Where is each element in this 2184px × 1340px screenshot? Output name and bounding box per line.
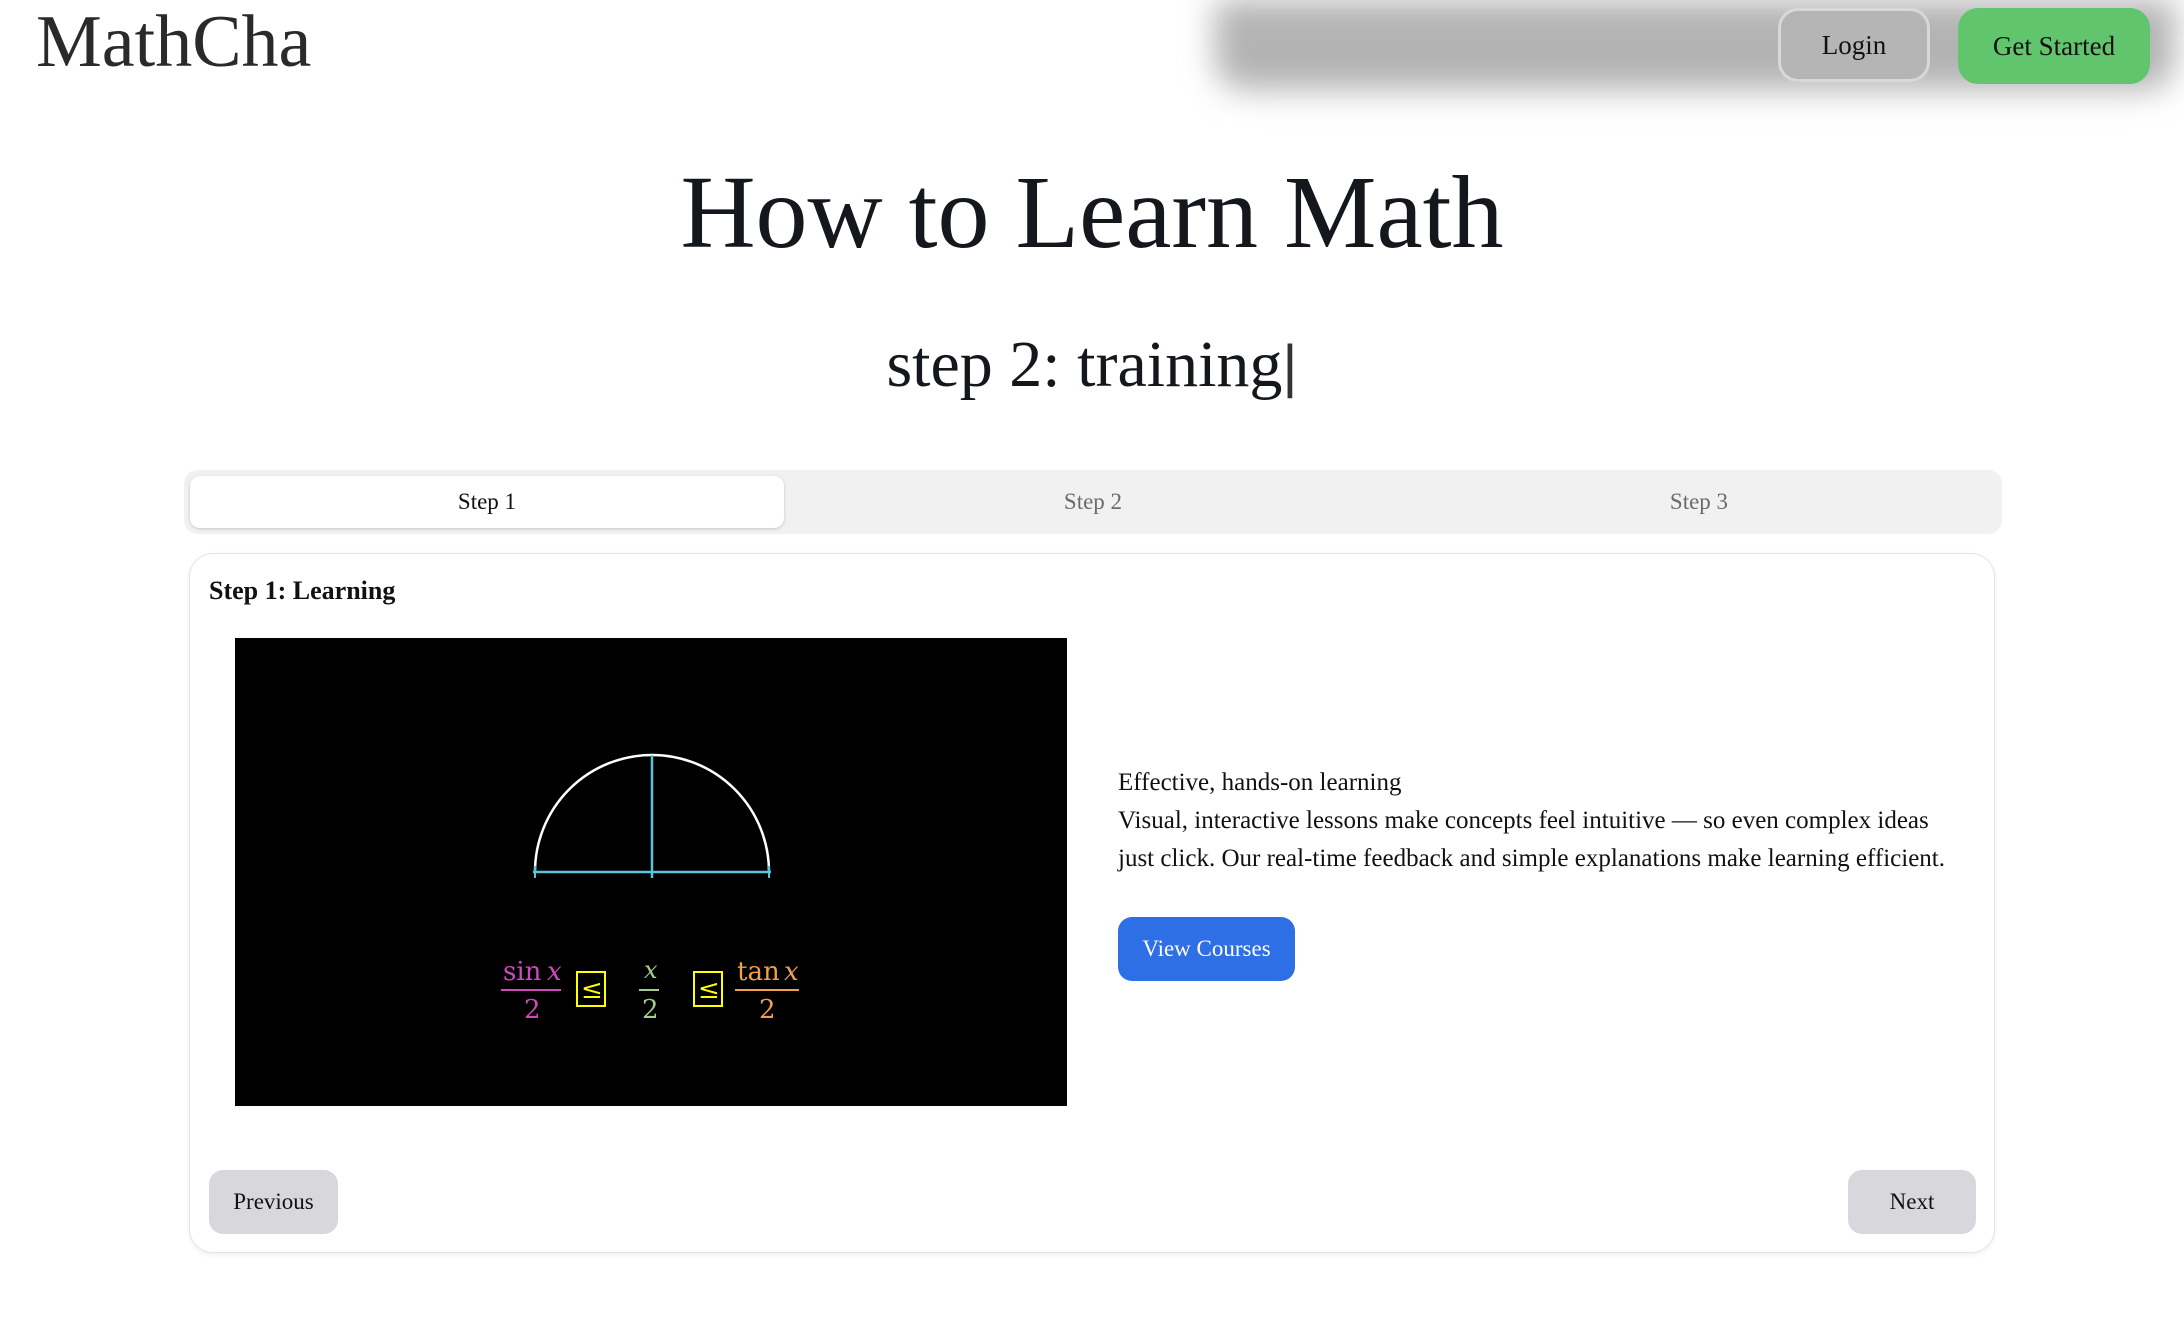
sin-label: sin: [503, 957, 542, 987]
tan-denominator: 2: [759, 995, 776, 1025]
tan-label: tan: [737, 957, 780, 987]
typed-text: step 2: training: [886, 328, 1283, 401]
page-title: How to Learn Math: [680, 155, 1504, 270]
tan-x: x: [784, 957, 799, 987]
tab-step-3[interactable]: Step 3: [1402, 476, 1996, 528]
leq-2: ≤: [698, 975, 720, 1005]
leq-1: ≤: [581, 975, 603, 1005]
description-body: Visual, interactive lessons make concept…: [1118, 807, 1946, 872]
x-numerator: x: [644, 956, 658, 984]
lesson-video[interactable]: sin x 2 ≤ x 2 ≤ tan x 2: [235, 638, 1067, 1106]
step-tabs: Step 1 Step 2 Step 3: [184, 470, 2002, 534]
lesson-animation: sin x 2 ≤ x 2 ≤ tan x 2: [501, 753, 799, 1025]
sin-x: x: [547, 957, 562, 987]
logo[interactable]: MathCha: [36, 0, 311, 84]
view-courses-button[interactable]: View Courses: [1118, 917, 1295, 981]
get-started-button[interactable]: Get Started: [1958, 8, 2150, 84]
tab-step-1[interactable]: Step 1: [190, 476, 784, 528]
step-title: Step 1: Learning: [209, 576, 396, 605]
sin-denominator: 2: [524, 995, 541, 1025]
tab-step-2[interactable]: Step 2: [796, 476, 1390, 528]
previous-button[interactable]: Previous: [209, 1170, 338, 1234]
step-card: Step 1: Learning sin x 2 ≤ x 2 ≤ tan x 2: [189, 553, 1995, 1253]
login-button[interactable]: Login: [1778, 8, 1930, 82]
next-button[interactable]: Next: [1848, 1170, 1976, 1234]
x-denominator: 2: [642, 995, 659, 1025]
text-cursor: |: [1282, 334, 1298, 399]
step-description: Effective, hands-on learning Visual, int…: [1118, 764, 1958, 878]
description-heading: Effective, hands-on learning: [1118, 769, 1402, 796]
typed-subtitle: step 2: training|: [0, 325, 2184, 407]
